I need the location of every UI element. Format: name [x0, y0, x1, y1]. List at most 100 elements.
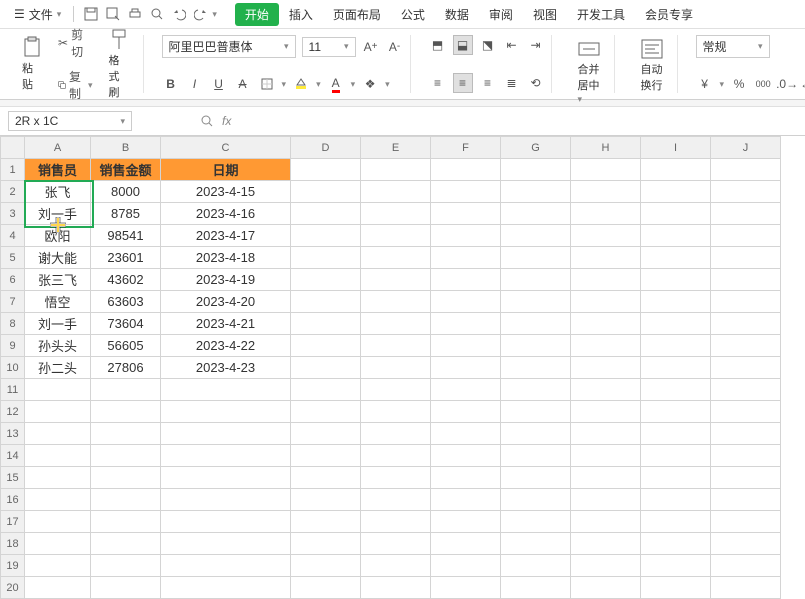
cell-E20[interactable] [361, 577, 431, 599]
cell-H13[interactable] [571, 423, 641, 445]
cell-H11[interactable] [571, 379, 641, 401]
cell-E16[interactable] [361, 489, 431, 511]
row-header-20[interactable]: 20 [1, 577, 25, 599]
cell-D14[interactable] [291, 445, 361, 467]
row-header-14[interactable]: 14 [1, 445, 25, 467]
cell-I15[interactable] [641, 467, 711, 489]
cell-G20[interactable] [501, 577, 571, 599]
font-family-select[interactable]: 阿里巴巴普惠体▾ [162, 35, 296, 58]
save-as-icon[interactable] [105, 6, 121, 22]
col-header-C[interactable]: C [161, 137, 291, 159]
cell-I16[interactable] [641, 489, 711, 511]
cell-A9[interactable]: 孙头头 [25, 335, 91, 357]
cell-A10[interactable]: 孙二头 [25, 357, 91, 379]
number-format-select[interactable]: 常规▾ [696, 35, 770, 58]
row-header-11[interactable]: 11 [1, 379, 25, 401]
row-header-2[interactable]: 2 [1, 181, 25, 203]
cell-D3[interactable] [291, 203, 361, 225]
cell-I8[interactable] [641, 313, 711, 335]
cell-C4[interactable]: 2023-4-17 [161, 225, 291, 247]
cell-I14[interactable] [641, 445, 711, 467]
col-header-D[interactable]: D [291, 137, 361, 159]
cell-H16[interactable] [571, 489, 641, 511]
row-header-16[interactable]: 16 [1, 489, 25, 511]
cell-G9[interactable] [501, 335, 571, 357]
cell-E6[interactable] [361, 269, 431, 291]
cell-B2[interactable]: 8000 [91, 181, 161, 203]
cell-F8[interactable] [431, 313, 501, 335]
cell-G17[interactable] [501, 511, 571, 533]
cell-D1[interactable] [291, 159, 361, 181]
tab-会员专享[interactable]: 会员专享 [635, 3, 703, 26]
cell-G8[interactable] [501, 313, 571, 335]
tab-插入[interactable]: 插入 [279, 3, 323, 26]
cell-C6[interactable]: 2023-4-19 [161, 269, 291, 291]
cell-D12[interactable] [291, 401, 361, 423]
cell-C5[interactable]: 2023-4-18 [161, 247, 291, 269]
cell-J14[interactable] [711, 445, 781, 467]
cell-J2[interactable] [711, 181, 781, 203]
cell-A16[interactable] [25, 489, 91, 511]
cell-I11[interactable] [641, 379, 711, 401]
print-preview-icon[interactable] [149, 6, 165, 22]
row-header-5[interactable]: 5 [1, 247, 25, 269]
row-header-3[interactable]: 3 [1, 203, 25, 225]
cell-A15[interactable] [25, 467, 91, 489]
font-color-button[interactable]: A [327, 75, 345, 93]
cell-E11[interactable] [361, 379, 431, 401]
cell-F6[interactable] [431, 269, 501, 291]
spreadsheet-grid[interactable]: ABCDEFGHIJ1销售员销售金额日期2张飞80002023-4-153刘一手… [0, 136, 805, 599]
cell-E19[interactable] [361, 555, 431, 577]
cell-H8[interactable] [571, 313, 641, 335]
cell-G18[interactable] [501, 533, 571, 555]
cell-D19[interactable] [291, 555, 361, 577]
bold-button[interactable]: B [162, 75, 180, 93]
cell-G11[interactable] [501, 379, 571, 401]
cell-G3[interactable] [501, 203, 571, 225]
align-left-icon[interactable]: ≡ [429, 74, 447, 92]
cell-J13[interactable] [711, 423, 781, 445]
cell-E13[interactable] [361, 423, 431, 445]
row-header-9[interactable]: 9 [1, 335, 25, 357]
col-header-B[interactable]: B [91, 137, 161, 159]
cell-H2[interactable] [571, 181, 641, 203]
cell-E8[interactable] [361, 313, 431, 335]
redo-icon[interactable] [193, 6, 209, 22]
cell-B14[interactable] [91, 445, 161, 467]
cell-B10[interactable]: 27806 [91, 357, 161, 379]
cell-H14[interactable] [571, 445, 641, 467]
cell-C19[interactable] [161, 555, 291, 577]
col-header-A[interactable]: A [25, 137, 91, 159]
cell-G6[interactable] [501, 269, 571, 291]
cell-C10[interactable]: 2023-4-23 [161, 357, 291, 379]
paste-button[interactable]: 粘贴 [14, 32, 50, 96]
cell-J5[interactable] [711, 247, 781, 269]
cell-F15[interactable] [431, 467, 501, 489]
align-top-icon[interactable]: ⬒ [429, 36, 447, 54]
cell-I18[interactable] [641, 533, 711, 555]
cell-H18[interactable] [571, 533, 641, 555]
cell-B16[interactable] [91, 489, 161, 511]
cell-D15[interactable] [291, 467, 361, 489]
col-header-J[interactable]: J [711, 137, 781, 159]
fill-color-button[interactable] [292, 75, 310, 93]
cell-J18[interactable] [711, 533, 781, 555]
cell-G12[interactable] [501, 401, 571, 423]
cell-J15[interactable] [711, 467, 781, 489]
cell-C11[interactable] [161, 379, 291, 401]
cell-A8[interactable]: 刘一手 [25, 313, 91, 335]
col-header-F[interactable]: F [431, 137, 501, 159]
row-header-4[interactable]: 4 [1, 225, 25, 247]
cell-D18[interactable] [291, 533, 361, 555]
cell-E3[interactable] [361, 203, 431, 225]
cell-H1[interactable] [571, 159, 641, 181]
align-middle-icon[interactable]: ⬓ [453, 35, 473, 55]
cell-J6[interactable] [711, 269, 781, 291]
row-header-19[interactable]: 19 [1, 555, 25, 577]
search-icon[interactable] [200, 114, 214, 128]
cell-G1[interactable] [501, 159, 571, 181]
tab-公式[interactable]: 公式 [391, 3, 435, 26]
tab-页面布局[interactable]: 页面布局 [323, 3, 391, 26]
cell-A14[interactable] [25, 445, 91, 467]
cell-D13[interactable] [291, 423, 361, 445]
